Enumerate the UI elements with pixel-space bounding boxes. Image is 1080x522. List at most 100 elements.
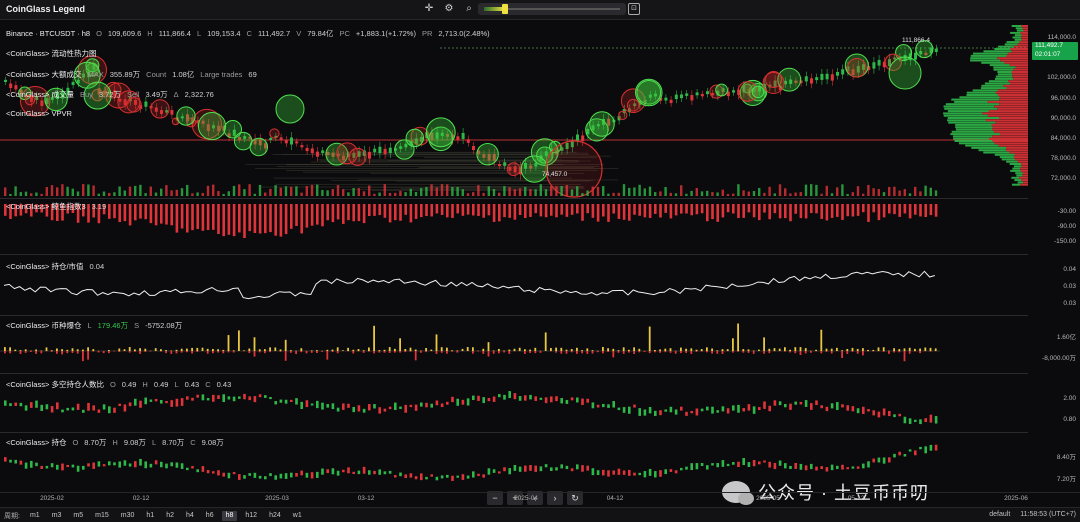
buy-trade-bubble [751, 85, 765, 99]
long-liq-bar [877, 347, 880, 351]
whale-index-bar [529, 204, 532, 217]
timeframe-m3[interactable]: m3 [48, 511, 66, 521]
heatmap-sensitivity-slider[interactable] [478, 3, 626, 15]
short-liq-bar [92, 351, 95, 352]
short-liq-bar [742, 351, 745, 353]
app-title: CoinGlass Legend [6, 4, 86, 14]
oi-candle [201, 466, 205, 472]
long-liq-bar [534, 347, 537, 351]
volume-bar [191, 193, 194, 196]
crosshair-icon[interactable]: ✛ [422, 2, 436, 16]
short-liq-bar [227, 351, 230, 353]
ls-ratio-candle [456, 398, 459, 406]
volume-bar [893, 186, 896, 196]
volume-bar [404, 192, 407, 196]
short-liq-bar [144, 351, 147, 352]
oi-candle [196, 469, 199, 473]
indicator-legend-heatmap[interactable]: <CoinGlass> 流动性热力图 [6, 48, 96, 59]
pane-separator[interactable] [0, 432, 1028, 433]
indicator-legend-vpvr[interactable]: <CoinGlass> VPVR [6, 109, 72, 118]
pane-separator[interactable] [0, 254, 1028, 255]
y-tick: 2.00 [1063, 395, 1076, 402]
x-tick: 04-12 [606, 495, 624, 502]
ls-ratio-candle [690, 410, 693, 414]
ls-ratio-candle [758, 407, 761, 411]
timeframe-m1[interactable]: m1 [26, 511, 44, 521]
long-liq-bar [898, 349, 901, 351]
short-liq-bar [825, 351, 828, 352]
layout-selector[interactable]: default [989, 511, 1010, 518]
volume-bar [40, 193, 43, 196]
volume-bar [560, 186, 563, 196]
chart-area[interactable]: Binance · BTCUSDT · h8 O 109,609.6 H 111,8… [0, 21, 1080, 507]
whale-index-bar [409, 204, 413, 223]
short-liq-bar [118, 351, 121, 353]
candle-body [695, 92, 699, 96]
indicator-legend-volume[interactable]: <CoinGlass> 成交量 Buy 3.72万 Sell 3.49万 Δ 2,32… [6, 89, 214, 100]
pane-separator[interactable] [0, 198, 1028, 199]
long-liq-bar [622, 347, 625, 351]
timeframe-h1[interactable]: h1 [142, 511, 158, 521]
timeframe-m5[interactable]: m5 [69, 511, 87, 521]
oi-candle [539, 466, 543, 472]
volume-bar [347, 192, 350, 196]
short-liq-bar [633, 351, 635, 354]
long-liq-bar [238, 330, 240, 351]
timeframe-h12[interactable]: h12 [241, 511, 261, 521]
whale-index-bar [487, 204, 491, 216]
oi-candle [492, 469, 496, 473]
volume-bar [357, 188, 360, 196]
ls-ratio-candle [882, 408, 886, 416]
volume-bar [690, 190, 693, 196]
timeframe-h8[interactable]: h8 [221, 511, 238, 521]
whale-index-legend[interactable]: <CoinGlass> 鲸鱼指数3 3.19 [6, 201, 106, 212]
long-liq-bar [711, 348, 713, 351]
long-liq-bar [815, 349, 817, 351]
oi-candle [550, 467, 553, 471]
long-liq-bar [357, 349, 360, 351]
volume-bar [238, 184, 241, 196]
ls-ratio-candle [903, 416, 907, 424]
long-liq-bar [903, 348, 906, 351]
candle-body [820, 73, 824, 80]
short-liq-bar [664, 351, 667, 353]
oi-candle [128, 463, 132, 467]
ls-ratio-candle [638, 408, 641, 416]
timeframe-h4[interactable]: h4 [182, 511, 198, 521]
pane-separator[interactable] [0, 315, 1028, 316]
long-liq-bar [66, 349, 69, 351]
long-liq-bar [440, 347, 443, 351]
vpvr-sell-bar [1015, 66, 1028, 69]
timeframe-m15[interactable]: m15 [91, 511, 113, 521]
camera-icon[interactable]: ⊡ [628, 3, 640, 15]
timeframe-h2[interactable]: h2 [162, 511, 178, 521]
slider-thumb[interactable] [502, 4, 508, 14]
time-axis[interactable]: 2025-02 02-12 2025-03 03-12 2025-04 04-1… [0, 492, 1080, 506]
ls-ratio-legend[interactable]: <CoinGlass> 多空持仓人数比 O 0.49 H 0.49 L 0.43 C0… [6, 379, 231, 390]
oi-candle [862, 463, 865, 469]
y-tick: -8,000.00万 [1042, 355, 1076, 362]
search-icon[interactable]: ⌕ [462, 2, 476, 16]
long-liq-bar [560, 347, 563, 351]
short-liq-bar [810, 351, 812, 353]
whale-index-bar [524, 204, 527, 218]
gear-icon[interactable]: ⚙ [442, 2, 456, 16]
vpvr-buy-bar [965, 144, 999, 147]
volume-bar [472, 192, 475, 196]
timeframe-h24[interactable]: h24 [265, 511, 285, 521]
timeframe-m30[interactable]: m30 [117, 511, 139, 521]
whale-index-bar [726, 204, 730, 213]
timeframe-w1[interactable]: w1 [289, 511, 306, 521]
whale-index-bar [628, 204, 631, 221]
timeframe-h6[interactable]: h6 [202, 511, 218, 521]
coin-liquidation-legend[interactable]: <CoinGlass> 币种爆仓 L 179.46万 S -5752.08万 [6, 320, 182, 331]
whale-index-bar [700, 204, 704, 214]
ls-ratio-candle [680, 406, 683, 411]
indicator-legend-large-trades[interactable]: <CoinGlass> 大额成交 MAX 355.89万 Count 1.08亿 L… [6, 69, 257, 80]
long-liq-bar [498, 348, 500, 351]
volume-bar [269, 188, 272, 196]
oi-legend[interactable]: <CoinGlass> 持仓 O 8.70万 H 9.08万 L 8.70万 C 9.0… [6, 437, 224, 448]
oi-mcap-legend[interactable]: <CoinGlass> 持仓/市值 0.04 [6, 261, 104, 272]
pane-separator[interactable] [0, 373, 1028, 374]
ls-ratio-candle [414, 404, 418, 411]
